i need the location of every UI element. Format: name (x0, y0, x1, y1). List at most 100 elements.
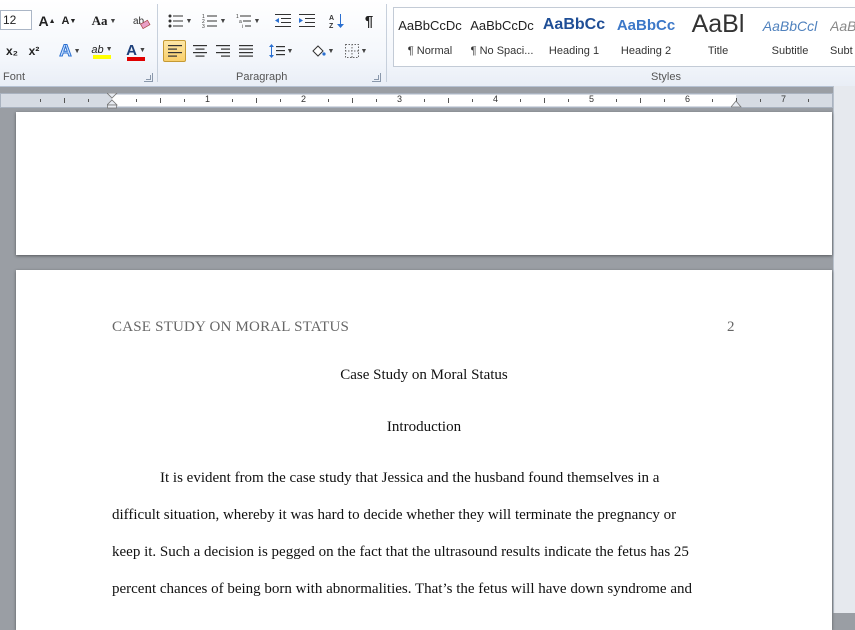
numbering-button[interactable]: 1 2 3 ▼ (198, 10, 230, 32)
change-case-icon: Aa (91, 13, 108, 28)
body-line: It is evident from the case study that J… (160, 470, 660, 486)
text-effects-icon: A (59, 41, 72, 61)
ruler-tick (256, 98, 257, 103)
pilcrow-icon: ¶ (364, 12, 374, 30)
style-title[interactable]: AaBl Title (682, 8, 754, 66)
ruler-tick (712, 99, 713, 102)
style-sample: AaBbCcDc (470, 18, 534, 33)
page-2[interactable]: CASE STUDY ON MORAL STATUS 2 Case Study … (16, 270, 832, 630)
style-subtitle[interactable]: AaBbCcl Subtitle (754, 8, 826, 66)
svg-text:Z: Z (329, 23, 334, 29)
style-sample: AaBbCc (616, 17, 676, 34)
justify-button[interactable] (234, 40, 257, 62)
highlight-button[interactable]: ab ▼ (87, 40, 117, 62)
ruler-number: 5 (589, 94, 595, 104)
subscript-button[interactable]: x₂ (2, 40, 22, 62)
style-subtle-emphasis[interactable]: AaBl Subt (826, 8, 855, 66)
ruler-tick (232, 99, 233, 102)
font-size-input[interactable]: 12 (0, 10, 32, 30)
align-right-icon (215, 45, 230, 57)
page-number: 2 (727, 319, 735, 335)
increase-indent-icon (299, 14, 315, 27)
ruler-tick (544, 98, 545, 103)
ruler-tick (520, 99, 521, 102)
clear-formatting-icon: ab (133, 16, 151, 29)
svg-text:3: 3 (202, 24, 205, 28)
bullets-icon (168, 14, 183, 28)
highlight-color-swatch (93, 54, 111, 59)
sort-button[interactable]: A Z (326, 10, 348, 32)
group-separator (157, 4, 158, 82)
justify-icon (238, 45, 253, 57)
ruler-tick (424, 99, 425, 102)
bullets-button[interactable]: ▼ (164, 10, 196, 32)
ruler-tick (160, 98, 161, 103)
superscript-button[interactable]: x² (24, 40, 44, 62)
font-color-button[interactable]: A ▼ (120, 40, 152, 62)
group-separator (386, 4, 387, 82)
ribbon: 12 A ▲ A ▼ Aa ▼ ab x₂ x² A ▼ ab ▼ A ▼ Font (0, 0, 855, 87)
ruler-tick (376, 99, 377, 102)
style-name: Title (707, 45, 729, 57)
ruler-tick (280, 99, 281, 102)
ruler-number: 1 (205, 94, 211, 104)
ruler-tick (568, 99, 569, 102)
style-no-spacing[interactable]: AaBbCcDc ¶ No Spaci... (466, 8, 538, 66)
style-name: Heading 2 (620, 45, 672, 57)
right-indent-marker-icon[interactable] (731, 96, 742, 108)
section-heading: Introduction (386, 419, 462, 435)
ruler-tick (40, 99, 41, 102)
increase-indent-button[interactable] (296, 10, 318, 32)
align-center-button[interactable] (188, 40, 211, 62)
ruler-tick (616, 99, 617, 102)
ruler-tick (64, 98, 65, 103)
style-name: Subt (830, 45, 853, 57)
paragraph-dialog-launcher-icon[interactable] (372, 73, 381, 82)
font-size-value: 12 (3, 13, 17, 27)
decrease-indent-icon (275, 14, 291, 27)
decrease-indent-button[interactable] (272, 10, 294, 32)
style-heading-2[interactable]: AaBbCc Heading 2 (610, 8, 682, 66)
ruler-tick (352, 98, 353, 103)
styles-group-label: Styles (651, 71, 681, 83)
numbering-icon: 1 2 3 (202, 14, 217, 28)
style-normal[interactable]: AaBbCcDc ¶ Normal (394, 8, 466, 66)
show-formatting-button[interactable]: ¶ (358, 10, 380, 32)
line-spacing-button[interactable]: ▼ (266, 40, 296, 62)
style-name: Heading 1 (548, 45, 600, 57)
grow-font-button[interactable]: A ▲ (37, 10, 57, 32)
styles-gallery: AaBbCcDc ¶ Normal AaBbCcDc ¶ No Spaci...… (393, 7, 855, 67)
body-line: keep it. Such a decision is pegged on th… (112, 544, 689, 560)
align-center-icon (192, 45, 207, 57)
font-color-swatch (127, 56, 145, 61)
superscript-icon: x² (28, 44, 40, 58)
font-dialog-launcher-icon[interactable] (144, 73, 153, 82)
ruler-tick (328, 99, 329, 102)
align-left-icon (167, 45, 182, 57)
clear-formatting-button[interactable]: ab (130, 10, 154, 32)
paragraph-group-label: Paragraph (236, 71, 288, 83)
body-line: difficult situation, whereby it was hard… (112, 507, 677, 523)
shrink-font-button[interactable]: A ▼ (59, 10, 79, 32)
ruler-tick (640, 98, 641, 103)
borders-button[interactable]: ▼ (340, 40, 372, 62)
style-sample: AaBl (830, 18, 855, 34)
style-heading-1[interactable]: AaBbCc Heading 1 (538, 8, 610, 66)
text-effects-button[interactable]: A ▼ (56, 40, 84, 62)
ruler-tick (448, 98, 449, 103)
shrink-font-icon: A (61, 15, 70, 27)
ruler-number: 3 (397, 94, 403, 104)
style-sample: AaBbCcl (762, 18, 818, 34)
shading-button[interactable]: ▼ (306, 40, 338, 62)
ruler-number: 2 (301, 94, 307, 104)
indent-marker-icon[interactable] (107, 93, 118, 109)
document-title: Case Study on Moral Status (340, 367, 508, 383)
ruler-tick (88, 99, 89, 102)
change-case-button[interactable]: Aa ▼ (89, 10, 119, 32)
horizontal-ruler[interactable]: 1 2 3 4 5 6 7 (0, 93, 833, 109)
vertical-scrollbar[interactable] (833, 86, 855, 613)
multilevel-list-button[interactable]: 1 a i ▼ (232, 10, 264, 32)
align-left-button[interactable] (163, 40, 186, 62)
align-right-button[interactable] (211, 40, 234, 62)
paint-bucket-icon (311, 45, 326, 57)
